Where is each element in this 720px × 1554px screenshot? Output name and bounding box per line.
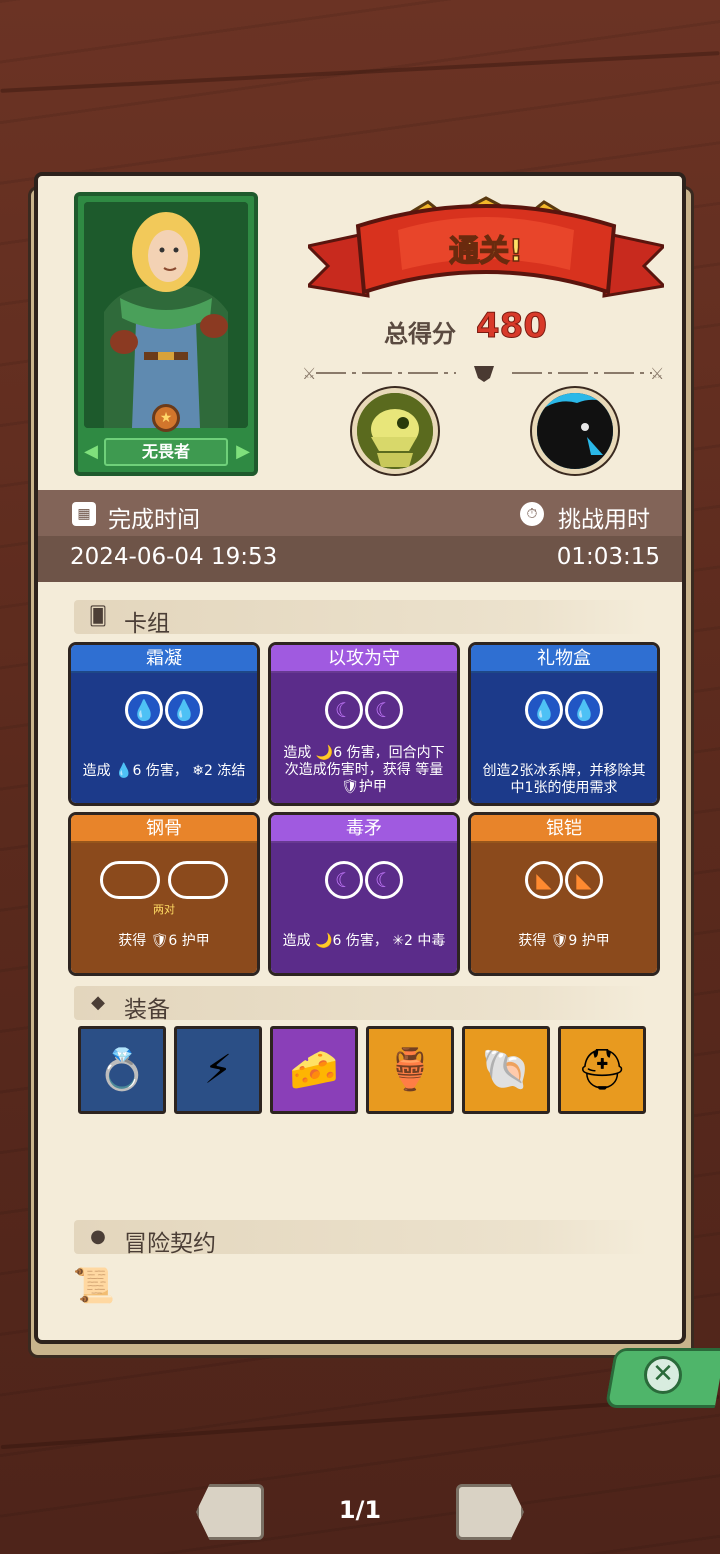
helmet-icon: ⛑ — [576, 1047, 628, 1093]
card-sub-label: 两对 — [153, 903, 175, 916]
hero-portrait — [84, 202, 248, 428]
boss-divider: ⚔ ⚔ — [302, 364, 664, 383]
hero-card[interactable]: ★ ◀ 无畏者 ▶ — [74, 192, 258, 476]
card-description: 造成 🌙6 伤害， ✳2 中毒 — [282, 933, 446, 949]
completion-time-value: 2024-06-04 19:53 — [70, 544, 278, 570]
deck-card[interactable]: 以攻为守 ☾ ☾ 造成 🌙6 伤害，回合内下次造成伤害时，获得 等量 🛡护甲 — [268, 642, 460, 806]
rock-gem-icon: ◣ — [525, 861, 563, 899]
deck-section-title: 卡组 — [124, 611, 170, 637]
empty-pair-gem-icon — [100, 861, 160, 899]
person-icon: ● — [90, 1226, 106, 1247]
card-title: 以攻为守 — [271, 645, 457, 673]
scroll-contract-icon[interactable]: 📜 — [70, 1258, 118, 1314]
rock-gem-icon: ◣ — [565, 861, 603, 899]
hero-rank-badge: ★ — [152, 404, 180, 432]
deck-section-header: 🂠 卡组 — [74, 600, 648, 637]
water-gem-icon: 💧 — [165, 691, 203, 729]
prev-page-button[interactable] — [196, 1484, 264, 1540]
card-description: 创造2张冰系牌，并移除其中1张的使用需求 — [482, 763, 646, 796]
shadow-beast-icon — [537, 393, 613, 469]
svg-text:⚔: ⚔ — [302, 364, 316, 383]
score-value: 480 — [476, 306, 548, 347]
next-page-button[interactable] — [456, 1484, 524, 1540]
challenge-time-label: 挑战用时 — [558, 507, 650, 533]
contract-section-title: 冒险契约 — [124, 1231, 216, 1257]
clear-banner: 通关! — [304, 196, 668, 308]
equipment-section-title: 装备 — [124, 997, 170, 1023]
vase-icon: 🏺 — [385, 1047, 435, 1093]
deck-card[interactable]: 霜凝 💧 💧 造成 💧6 伤害， ❄2 冻结 — [68, 642, 260, 806]
card-title: 毒矛 — [271, 815, 457, 843]
card-title: 礼物盒 — [471, 645, 657, 673]
card-description: 造成 🌙6 伤害，回合内下次造成伤害时，获得 等量 🛡护甲 — [283, 745, 445, 795]
equipment-slot[interactable]: ⛑ — [558, 1026, 646, 1114]
cheese-icon: 🧀 — [289, 1047, 339, 1093]
water-gem-icon: 💧 — [125, 691, 163, 729]
shell-icon: 🐚 — [481, 1047, 531, 1093]
deck-card[interactable]: 钢骨两对获得 🛡6 护甲 — [68, 812, 260, 976]
card-cost-gems: 💧 💧 — [71, 691, 257, 729]
ring-icon: 💍 — [97, 1047, 147, 1093]
hero-prev-arrow-icon[interactable]: ◀ — [82, 440, 100, 464]
deck-card[interactable]: 礼物盒 💧 💧 创造2张冰系牌，并移除其中1张的使用需求 — [468, 642, 660, 806]
equipment-slot[interactable]: 💍 — [78, 1026, 166, 1114]
water-gem-icon: 💧 — [565, 691, 603, 729]
card-description: 造成 💧6 伤害， ❄2 冻结 — [82, 763, 246, 779]
moon-gem-icon: ☾ — [365, 861, 403, 899]
empty-pair-gem-icon — [168, 861, 228, 899]
boss-portrait-dragon[interactable] — [352, 388, 438, 474]
equipment-slot[interactable]: 🧀 — [270, 1026, 358, 1114]
lightning-orb-icon: ⚡ — [203, 1047, 233, 1093]
box-icon: ◆ — [91, 992, 105, 1013]
card-title: 霜凝 — [71, 645, 257, 673]
cards-icon: 🂠 — [88, 606, 108, 627]
deck-card[interactable]: 银铠 ◣ ◣ 获得 🛡9 护甲 — [468, 812, 660, 976]
contract-section-header: ● 冒险契约 — [74, 1220, 648, 1257]
moon-gem-icon: ☾ — [365, 691, 403, 729]
hero-next-arrow-icon[interactable]: ▶ — [234, 440, 252, 464]
equipment-section-header: ◆ 装备 — [74, 986, 648, 1023]
card-title: 钢骨 — [71, 815, 257, 843]
card-description: 获得 🛡9 护甲 — [518, 933, 610, 949]
card-description: 获得 🛡6 护甲 — [118, 933, 210, 949]
clear-banner-text: 通关! — [448, 233, 523, 270]
card-title: 银铠 — [471, 815, 657, 843]
hero-name-label: 无畏者 — [104, 438, 228, 466]
moon-gem-icon: ☾ — [325, 691, 363, 729]
card-cost-gems: ☾ ☾ — [271, 861, 457, 899]
moon-gem-icon: ☾ — [325, 861, 363, 899]
card-cost-gems: 💧 💧 — [471, 691, 657, 729]
score-label: 总得分 — [384, 320, 456, 348]
card-cost-gems: ◣ ◣ — [471, 861, 657, 899]
challenge-time-value: 01:03:15 — [556, 544, 660, 570]
equipment-slot[interactable]: 🏺 — [366, 1026, 454, 1114]
svg-text:⚔: ⚔ — [650, 364, 664, 383]
calendar-icon: ▦ — [72, 502, 96, 526]
completion-time-label: 完成时间 — [108, 507, 200, 533]
result-panel: ★ ◀ 无畏者 ▶ 通关! 总得分 480 ⚔ ⚔ ▦ 完成时间 ⏱ 挑战用时 … — [34, 172, 686, 1344]
time-band: ▦ 完成时间 ⏱ 挑战用时 2024-06-04 19:53 01:03:15 — [38, 490, 682, 582]
stopwatch-icon: ⏱ — [520, 502, 544, 526]
deck-card[interactable]: 毒矛 ☾ ☾ 造成 🌙6 伤害， ✳2 中毒 — [268, 812, 460, 976]
skull-dragon-icon — [357, 393, 433, 469]
card-cost-gems — [71, 861, 257, 899]
card-cost-gems: ☾ ☾ — [271, 691, 457, 729]
equipment-slot[interactable]: ⚡ — [174, 1026, 262, 1114]
close-icon[interactable]: ✕ — [644, 1356, 682, 1394]
hero-portrait-image — [84, 202, 248, 428]
page-indicator: 1/1 — [338, 1496, 382, 1524]
equipment-slot[interactable]: 🐚 — [462, 1026, 550, 1114]
boss-portrait-shadow[interactable] — [532, 388, 618, 474]
water-gem-icon: 💧 — [525, 691, 563, 729]
